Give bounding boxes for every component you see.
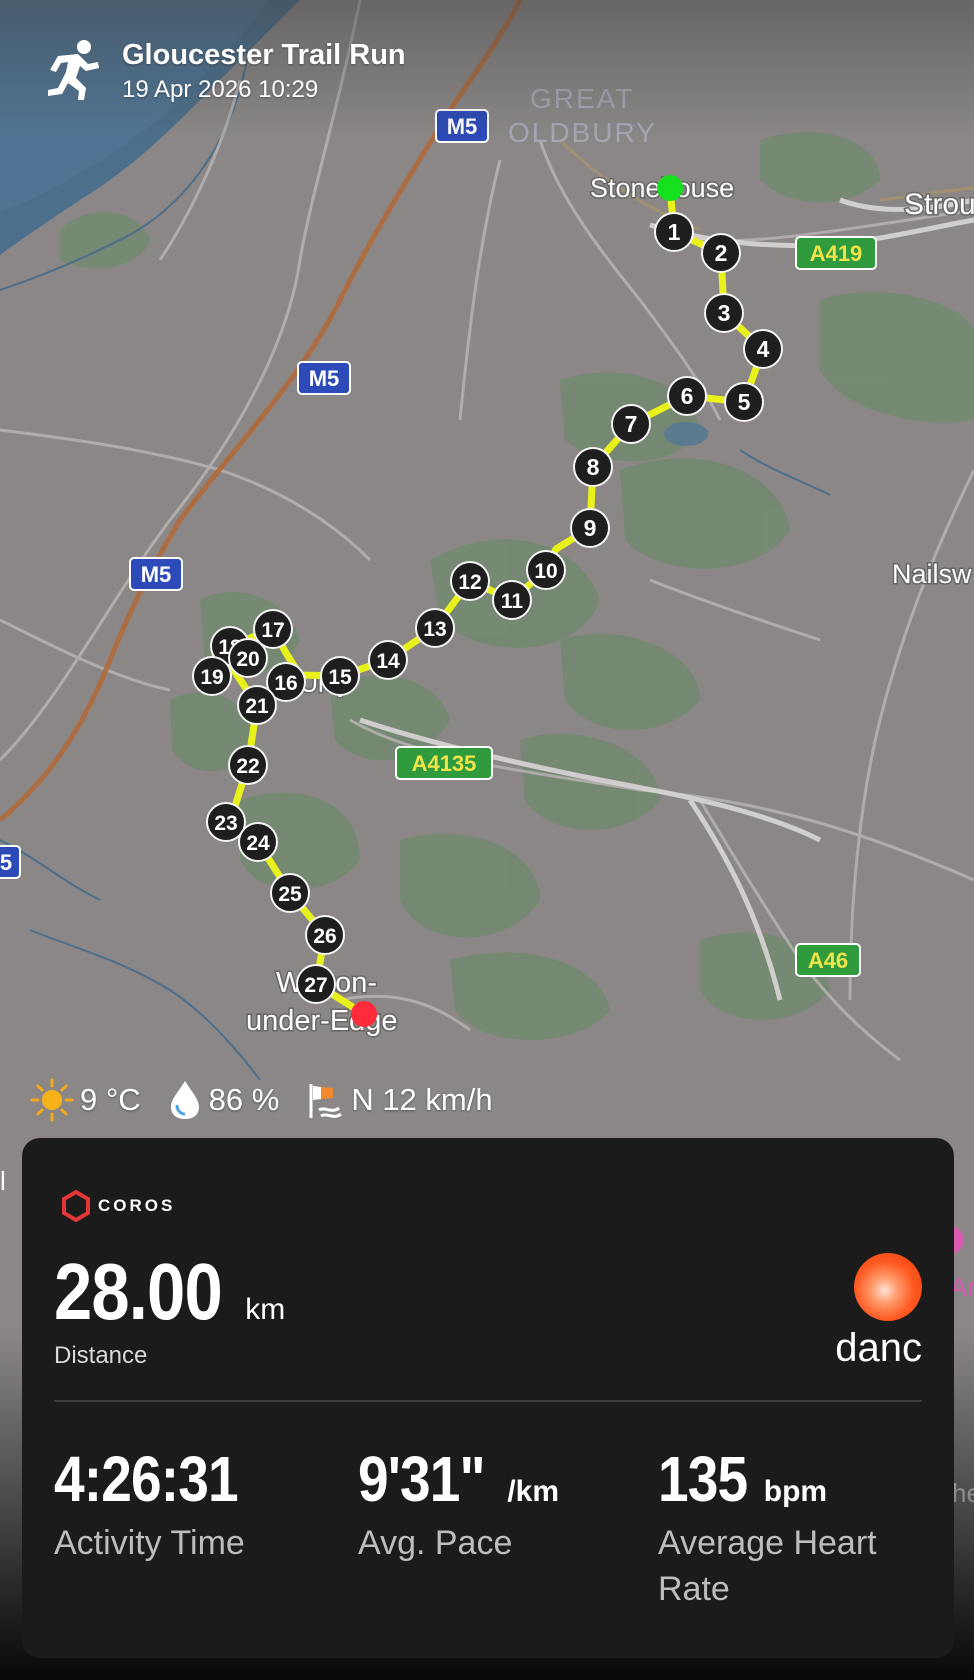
svg-text:l: l (0, 1166, 6, 1196)
svg-text:26: 26 (313, 925, 336, 948)
svg-text:5: 5 (738, 389, 751, 415)
svg-text:1: 1 (668, 219, 681, 245)
km-marker-26: 26 (305, 915, 345, 955)
km-marker-24: 24 (238, 822, 278, 862)
km-marker-12: 12 (450, 561, 490, 601)
running-person-icon (48, 40, 99, 100)
username: danc (835, 1326, 922, 1370)
svg-text:8: 8 (587, 454, 600, 480)
svg-text:24: 24 (246, 832, 270, 855)
svg-text:9: 9 (584, 515, 597, 541)
svg-text:20: 20 (236, 648, 259, 671)
svg-text:16: 16 (274, 672, 297, 695)
humidity-item: 86 % (167, 1079, 280, 1121)
activity-share-screen: GREAT OLDBURY Stonehouse Strou Nailsw Ul… (0, 0, 974, 1680)
svg-text:A419: A419 (810, 241, 863, 266)
activity-header: Gloucester Trail Run 19 Apr 2026 10:29 (44, 38, 406, 106)
km-marker-25: 25 (270, 873, 310, 913)
km-marker-14: 14 (368, 640, 408, 680)
svg-text:12: 12 (458, 571, 481, 594)
km-marker-5: 5 (724, 382, 764, 422)
km-marker-7: 7 (611, 404, 651, 444)
km-marker-10: 10 (526, 550, 566, 590)
svg-text:Strou: Strou (904, 188, 974, 221)
svg-text:M5: M5 (141, 562, 172, 587)
temperature-item: 9 °C (30, 1078, 141, 1122)
svg-text:10: 10 (534, 560, 557, 583)
activity-summary-card: COROS 28.00 km Distance danc 4:26:31 Act… (22, 1138, 954, 1658)
divider (54, 1400, 922, 1402)
water-drop-icon (170, 1081, 199, 1119)
wind-item: N 12 km/h (305, 1080, 493, 1120)
distance-value-row: 28.00 km (54, 1246, 285, 1338)
activity-time-stat: 4:26:31 Activity Time (54, 1442, 268, 1566)
svg-text:27: 27 (304, 974, 327, 997)
heart-rate-value: 135 (658, 1443, 748, 1515)
heart-rate-unit: bpm (763, 1475, 828, 1508)
svg-text:A46: A46 (808, 948, 848, 973)
avg-pace-unit: /km (507, 1475, 560, 1508)
humidity-value: 86 % (208, 1082, 280, 1117)
activity-time-value: 4:26:31 (54, 1443, 239, 1515)
weather-bar: 9 °C 86 % N 12 km/h (30, 1078, 519, 1122)
km-marker-19: 19 (192, 656, 232, 696)
svg-text:5: 5 (0, 850, 12, 875)
avg-pace-label: Avg. Pace (358, 1524, 513, 1562)
svg-text:2: 2 (715, 240, 728, 266)
km-marker-11: 11 (492, 580, 532, 620)
wind-value: N 12 km/h (351, 1082, 493, 1117)
svg-text:13: 13 (423, 618, 446, 641)
heart-rate-label: Average Heart Rate (658, 1524, 877, 1608)
coros-logo-icon (62, 1190, 90, 1222)
km-marker-4: 4 (743, 329, 783, 369)
start-marker (657, 175, 683, 201)
avatar[interactable] (854, 1253, 922, 1321)
svg-text:4: 4 (757, 336, 770, 362)
distance-unit: km (245, 1293, 286, 1326)
km-marker-21: 21 (237, 685, 277, 725)
activity-title: Gloucester Trail Run (122, 39, 406, 71)
km-marker-15: 15 (320, 656, 360, 696)
km-marker-6: 6 (667, 376, 707, 416)
avg-pace-value: 9'31" (358, 1443, 486, 1515)
svg-text:19: 19 (200, 666, 223, 689)
svg-text:11: 11 (501, 590, 524, 613)
coros-logo: COROS (60, 1190, 175, 1222)
distance-value: 28.00 (54, 1247, 223, 1336)
svg-text:Nailsw: Nailsw (892, 559, 972, 589)
km-marker-27: 27 (296, 964, 336, 1004)
km-marker-22: 22 (228, 745, 268, 785)
distance-label: Distance (54, 1342, 148, 1369)
sun-icon (30, 1078, 74, 1122)
svg-text:23: 23 (214, 812, 237, 835)
km-marker-8: 8 (573, 447, 613, 487)
activity-time-label: Activity Time (54, 1524, 245, 1562)
svg-text:25: 25 (278, 883, 302, 906)
km-marker-20: 20 (228, 638, 268, 678)
km-marker-3: 3 (704, 293, 744, 333)
km-marker-2: 2 (701, 233, 741, 273)
svg-text:17: 17 (261, 619, 284, 642)
temperature-value: 9 °C (80, 1082, 141, 1117)
avg-pace-stat: 9'31" /km Avg. Pace (358, 1442, 559, 1566)
brand-name: COROS (98, 1196, 176, 1215)
svg-text:6: 6 (681, 383, 694, 409)
svg-text:A4135: A4135 (412, 751, 477, 776)
km-marker-1: 1 (654, 212, 694, 252)
activity-datetime: 19 Apr 2026 10:29 (122, 76, 319, 103)
avg-heart-rate-stat: 135 bpm Average Heart Rate (658, 1442, 928, 1612)
svg-text:22: 22 (236, 755, 259, 778)
svg-text:7: 7 (625, 411, 638, 437)
svg-text:14: 14 (376, 650, 400, 673)
wind-flag-icon (309, 1084, 343, 1118)
svg-text:21: 21 (245, 695, 269, 718)
end-marker (351, 1001, 377, 1027)
svg-text:3: 3 (718, 300, 731, 326)
svg-text:15: 15 (328, 666, 352, 689)
km-marker-9: 9 (570, 508, 610, 548)
svg-text:M5: M5 (309, 366, 340, 391)
km-marker-13: 13 (415, 608, 455, 648)
